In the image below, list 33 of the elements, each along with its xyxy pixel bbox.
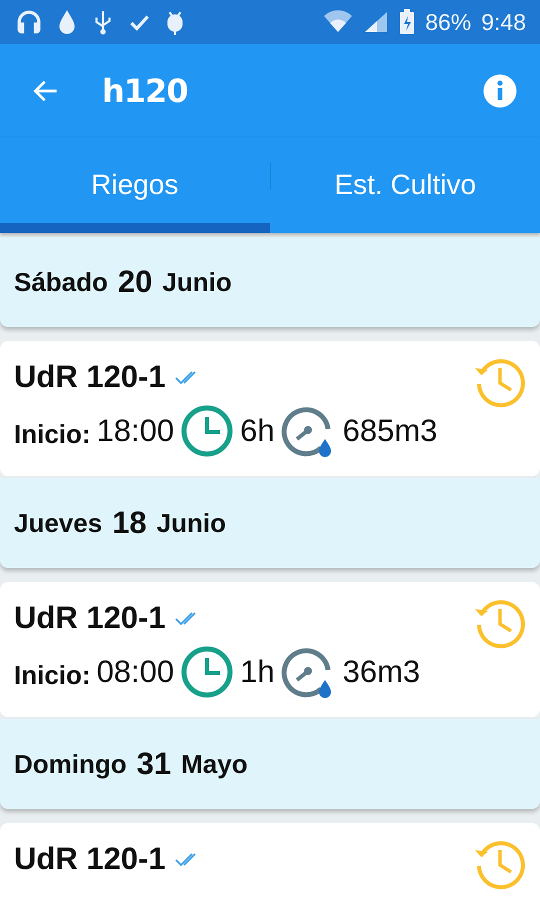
volume-value: 685m3 xyxy=(342,413,438,449)
signal-icon xyxy=(363,10,390,34)
weekday-label: Domingo xyxy=(14,748,127,780)
weekday-label: Jueves xyxy=(14,508,102,538)
duration-value: 6h xyxy=(240,413,275,449)
volume-value: 36m3 xyxy=(342,654,420,690)
app-logo: h120 xyxy=(102,72,188,110)
month-label: Junio xyxy=(162,266,232,298)
start-time: 08:00 xyxy=(96,654,174,690)
info-icon[interactable] xyxy=(482,72,518,108)
unit-name: UdR 120-1 xyxy=(14,600,166,636)
irrigation-card[interactable]: UdR 120-1 xyxy=(0,823,540,900)
clock: 9:48 xyxy=(481,8,526,36)
battery-percentage: 86% xyxy=(425,8,472,36)
month-label: Mayo xyxy=(181,748,248,780)
start-time: 18:00 xyxy=(96,413,174,449)
unit-name: UdR 120-1 xyxy=(14,841,166,877)
irrigation-card[interactable]: UdR 120-1 Inicio: 18:00 6h 685m3 xyxy=(0,341,540,476)
day-number: 18 xyxy=(112,505,147,541)
weekday-label: Sábado xyxy=(14,266,108,298)
duration-value: 1h xyxy=(240,654,275,690)
start-label: Inicio: xyxy=(14,418,91,450)
day-number: 31 xyxy=(136,746,172,782)
wifi-icon xyxy=(323,10,354,34)
month-label: Junio xyxy=(156,508,226,538)
headphones-icon xyxy=(16,9,42,35)
start-label: Inicio: xyxy=(14,660,91,690)
clock-icon xyxy=(180,645,234,699)
unit-name: UdR 120-1 xyxy=(14,359,166,395)
day-number: 20 xyxy=(118,264,152,300)
battery-icon xyxy=(399,9,416,35)
irrigation-card[interactable]: UdR 120-1 Inicio: 08:00 1h 36m3 xyxy=(0,582,540,717)
clock-icon xyxy=(180,404,234,458)
